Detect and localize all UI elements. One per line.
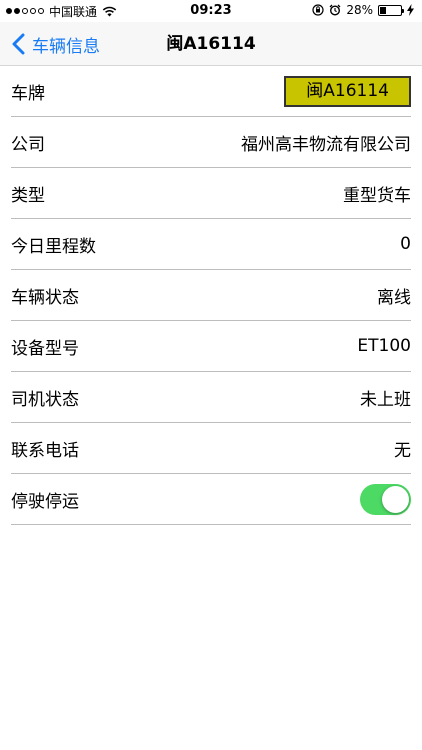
row-label: 联系电话 (11, 440, 79, 461)
row-value: 无 (394, 440, 411, 461)
rotation-lock-icon (312, 4, 324, 16)
navigation-bar: 车辆信息 闽A16114 (0, 22, 422, 66)
row-label: 类型 (11, 185, 45, 206)
battery-fill (380, 6, 386, 14)
row-driver-status: 司机状态 未上班 (11, 372, 411, 423)
row-label: 设备型号 (11, 338, 79, 359)
row-label: 车辆状态 (11, 287, 79, 308)
row-company: 公司 福州高丰物流有限公司 (11, 117, 411, 168)
row-vehicle-status: 车辆状态 离线 (11, 270, 411, 321)
status-right: 28% (312, 3, 414, 17)
row-type: 类型 重型货车 (11, 168, 411, 219)
toggle-knob (382, 485, 409, 513)
row-suspend-operation: 停驶停运 (11, 474, 411, 525)
row-value: 离线 (377, 287, 411, 308)
plate-badge: 闽A16114 (284, 75, 411, 107)
alarm-icon (329, 4, 341, 16)
battery-icon (378, 4, 404, 16)
page-title: 闽A16114 (166, 34, 256, 54)
row-label: 停驶停运 (11, 491, 79, 512)
charging-bolt-icon (407, 4, 414, 16)
vehicle-info-list: 车牌 闽A16114 公司 福州高丰物流有限公司 类型 重型货车 今日里程数 0… (0, 66, 422, 525)
row-value: 重型货车 (343, 185, 411, 206)
row-mileage: 今日里程数 0 (11, 219, 411, 270)
row-value: 0 (400, 234, 411, 254)
row-device-model: 设备型号 ET100 (11, 321, 411, 372)
row-plate: 车牌 闽A16114 (11, 66, 411, 117)
row-value: 未上班 (360, 389, 411, 410)
status-bar: 中国联通 09:23 28% (0, 0, 422, 22)
row-label: 公司 (11, 134, 45, 155)
suspend-operation-toggle[interactable] (360, 483, 411, 515)
row-value: 福州高丰物流有限公司 (241, 134, 411, 155)
row-value: ET100 (357, 336, 411, 356)
battery-percent: 28% (346, 3, 373, 17)
row-phone: 联系电话 无 (11, 423, 411, 474)
row-label: 司机状态 (11, 389, 79, 410)
row-label: 今日里程数 (11, 236, 96, 257)
row-label: 车牌 (11, 83, 45, 104)
